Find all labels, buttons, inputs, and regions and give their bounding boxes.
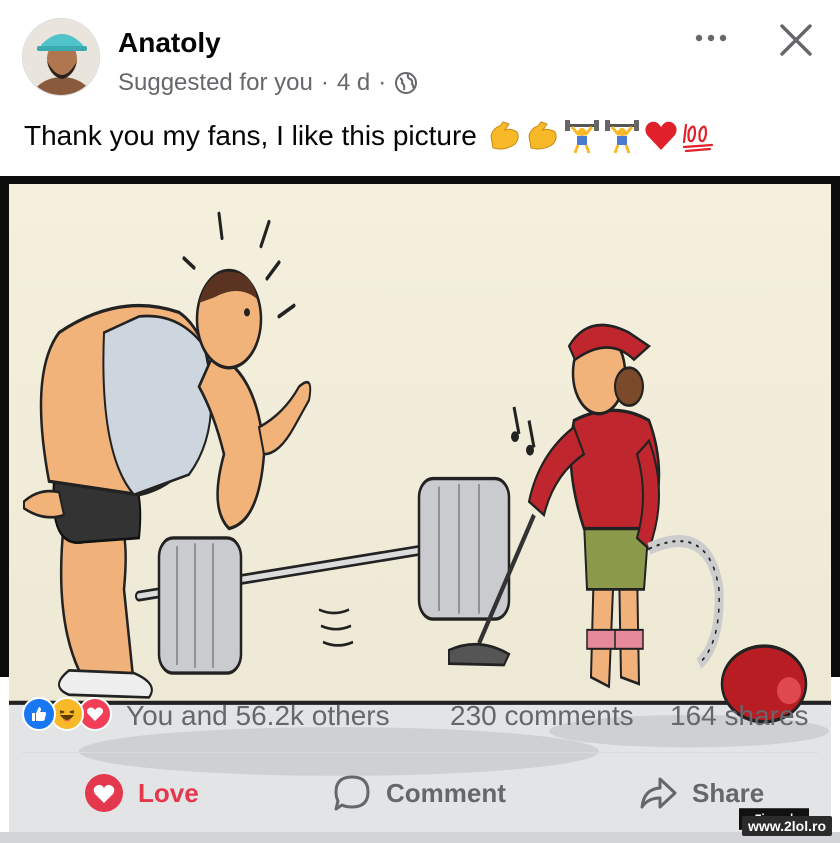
post-meta: Suggested for you · 4 d · bbox=[118, 68, 418, 98]
post-image[interactable]: Zieer.nl bbox=[0, 176, 840, 842]
comment-button[interactable]: Comment bbox=[332, 768, 506, 818]
close-icon[interactable] bbox=[774, 18, 818, 62]
site-watermark: www.2lol.ro bbox=[741, 816, 832, 836]
more-options-icon[interactable] bbox=[688, 22, 734, 54]
shares-count[interactable]: 164 shares bbox=[670, 698, 809, 734]
suggested-label: Suggested for you bbox=[118, 69, 313, 96]
hundred-points-icon bbox=[682, 123, 713, 153]
divider bbox=[22, 752, 818, 753]
comment-label: Comment bbox=[386, 777, 506, 808]
meta-separator: · bbox=[320, 69, 329, 96]
caption-emojis bbox=[487, 118, 717, 154]
share-label: Share bbox=[692, 777, 765, 808]
post-caption: Thank you my fans, I like this picture bbox=[24, 116, 717, 156]
weight-lifter-icon bbox=[604, 120, 639, 154]
weight-lifter-icon bbox=[564, 120, 599, 154]
love-label: Love bbox=[138, 777, 199, 808]
flexed-biceps-icon bbox=[490, 121, 519, 150]
bottom-separator-bar bbox=[0, 832, 840, 843]
globe-icon bbox=[394, 71, 418, 95]
reaction-icons[interactable] bbox=[22, 697, 112, 731]
reaction-summary[interactable]: You and 56.2k others bbox=[126, 698, 390, 734]
comment-icon bbox=[334, 775, 370, 811]
cartoon-illustration: Zieer.nl bbox=[9, 184, 831, 842]
author-avatar[interactable] bbox=[22, 18, 100, 96]
flexed-biceps-icon bbox=[528, 121, 557, 150]
red-heart-icon bbox=[645, 121, 677, 150]
post-time[interactable]: 4 d bbox=[337, 68, 370, 98]
comments-count[interactable]: 230 comments bbox=[450, 698, 634, 734]
caption-text: Thank you my fans, I like this picture bbox=[24, 120, 477, 151]
meta-separator: · bbox=[378, 69, 387, 96]
share-button[interactable]: Share bbox=[638, 768, 764, 818]
love-button[interactable]: Love bbox=[84, 768, 199, 818]
author-name[interactable]: Anatoly bbox=[118, 26, 221, 60]
love-reaction-icon bbox=[85, 774, 123, 812]
like-reaction-icon bbox=[22, 697, 56, 731]
share-icon bbox=[640, 777, 677, 809]
